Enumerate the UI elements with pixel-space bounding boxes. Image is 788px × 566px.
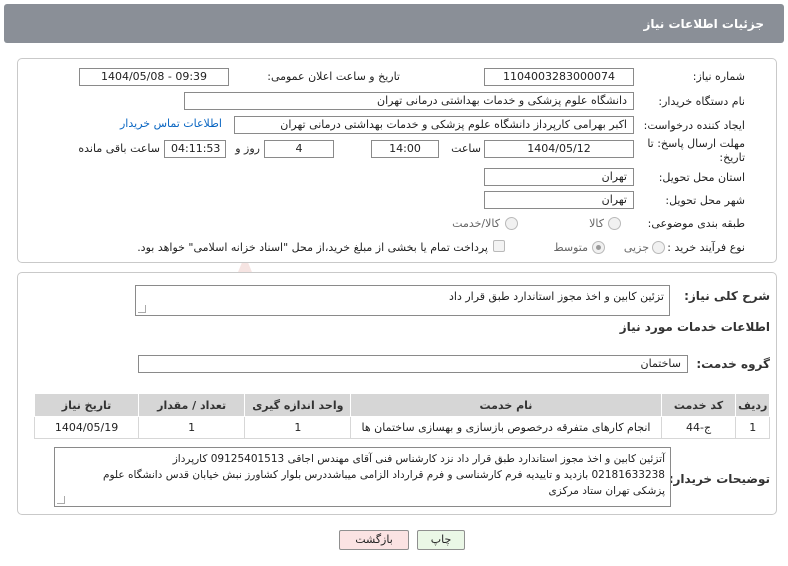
time-remaining-field: 04:11:53 (164, 140, 226, 158)
print-button[interactable]: چاپ (417, 530, 465, 550)
deadline-label: مهلت ارسال پاسخ: تا (647, 137, 745, 150)
request-info-panel (17, 58, 777, 263)
need-number-label: شماره نیاز: (692, 70, 745, 83)
creator-label: ایجاد کننده درخواست: (643, 119, 745, 132)
buyer-notes-label: توضیحات خریدار: (668, 472, 770, 486)
process-minor-radio[interactable] (652, 241, 665, 254)
province-label: استان محل تحویل: (658, 171, 745, 184)
page-header: جزئیات اطلاعات نیاز (4, 4, 784, 43)
col-service-name: نام خدمت (350, 393, 662, 417)
buyer-org-field: دانشگاه علوم پزشکی و خدمات بهداشتی درمان… (184, 92, 634, 110)
category-label: طبقه بندی موضوعی: (647, 217, 745, 230)
treasury-payment-note: پرداخت تمام یا بخشی از مبلغ خرید،از محل … (137, 241, 488, 254)
col-row-number: ردیف (735, 393, 770, 417)
time-remaining-label: ساعت باقی مانده (78, 142, 160, 155)
buyer-contact-link[interactable]: اطلاعات تماس خریدار (120, 117, 222, 130)
col-service-code: کد خدمت (660, 393, 737, 417)
cell-need-date: 1404/05/19 (33, 416, 140, 439)
cell-unit: 1 (244, 416, 352, 439)
announce-date-field: 1404/05/08 - 09:39 (79, 68, 229, 86)
city-field: تهران (484, 191, 634, 209)
deadline-time-label: ساعت (451, 142, 481, 155)
buyer-notes-textarea: آتزئین کابین و اخذ مجوز استاندارد طبق قر… (54, 447, 671, 507)
deadline-date-field: 1404/05/12 (484, 140, 634, 158)
process-medium-radio[interactable] (592, 241, 605, 254)
city-label: شهر محل تحویل: (665, 194, 745, 207)
process-medium-label: متوسط (553, 241, 588, 254)
back-button[interactable]: بازگشت (339, 530, 409, 550)
cell-quantity: 1 (138, 416, 246, 439)
summary-label: شرح کلی نیاز: (684, 289, 770, 303)
process-minor-label: جزیی (623, 241, 649, 254)
province-field: تهران (484, 168, 634, 186)
announce-date-label: تاریخ و ساعت اعلان عمومی: (267, 70, 400, 83)
category-goods-service-label: کالا/خدمت (452, 217, 500, 230)
buyer-notes-line-1: آتزئین کابین و اخذ مجوز استاندارد طبق قر… (172, 453, 665, 465)
col-need-date: تاریخ نیاز (33, 393, 140, 417)
cell-row-number: 1 (735, 416, 770, 439)
resize-handle-icon[interactable] (57, 496, 65, 504)
process-type-label: نوع فرآیند خرید : (667, 241, 745, 254)
services-section-title: اطلاعات خدمات مورد نیاز (619, 320, 770, 334)
buyer-notes-line-3: پزشکی تهران ستاد مرکزی (548, 485, 665, 497)
table-header-row: ردیف کد خدمت نام خدمت واحد اندازه گیری ت… (33, 393, 770, 417)
service-group-field: ساختمان (138, 355, 688, 373)
table-row[interactable]: 1 ج-44 انجام کارهای متفرقه درخصوص بازساز… (33, 416, 770, 439)
treasury-payment-checkbox[interactable] (493, 240, 505, 252)
deadline-date-label: تاریخ: (719, 151, 745, 164)
col-unit: واحد اندازه گیری (244, 393, 352, 417)
category-goods-radio[interactable] (608, 217, 621, 230)
summary-text: تزئین کابین و اخذ مجوز استاندارد طبق قرا… (449, 290, 664, 303)
creator-field: اکبر بهرامی کارپرداز دانشگاه علوم پزشکی … (234, 116, 634, 134)
col-quantity: تعداد / مقدار (138, 393, 246, 417)
days-remaining-field: 4 (264, 140, 334, 158)
deadline-time-field: 14:00 (371, 140, 439, 158)
days-label: روز و (235, 142, 260, 155)
category-goods-label: کالا (589, 217, 604, 230)
buyer-notes-line-2: 02181633238 بازدید و تاییدیه فرم کارشناس… (102, 469, 665, 481)
need-number-field: 1104003283000074 (484, 68, 634, 86)
resize-handle-icon[interactable] (138, 305, 146, 313)
cell-service-name: انجام کارهای متفرقه درخصوص بازسازی و بهس… (350, 416, 662, 439)
buyer-org-label: نام دستگاه خریدار: (658, 95, 745, 108)
summary-textarea: تزئین کابین و اخذ مجوز استاندارد طبق قرا… (135, 285, 670, 316)
category-goods-service-radio[interactable] (505, 217, 518, 230)
services-table: ردیف کد خدمت نام خدمت واحد اندازه گیری ت… (33, 393, 770, 439)
service-group-label: گروه خدمت: (696, 357, 770, 371)
page-title: جزئیات اطلاعات نیاز (643, 17, 764, 31)
cell-service-code: ج-44 (660, 416, 737, 439)
